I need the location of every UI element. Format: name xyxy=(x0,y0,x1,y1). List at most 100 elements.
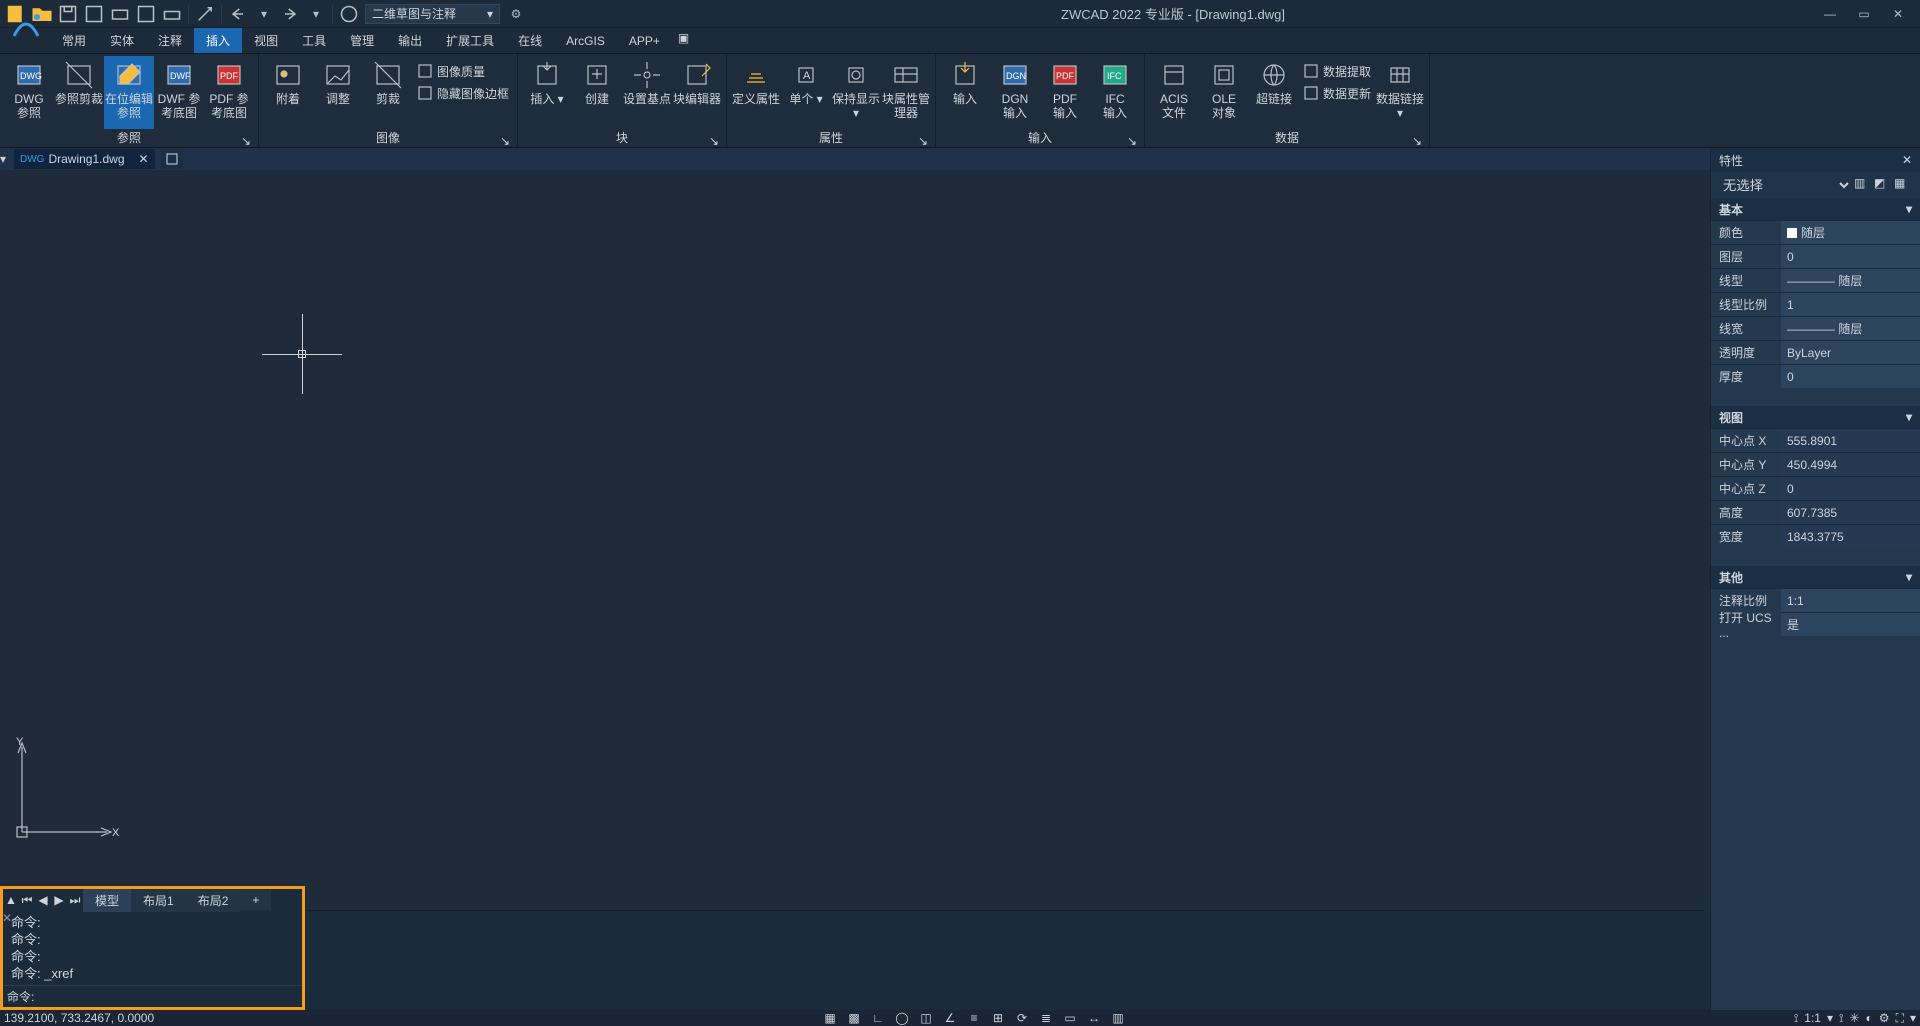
menu-插入[interactable]: 插入 xyxy=(194,28,242,53)
dialog-launcher-icon[interactable]: ↘ xyxy=(917,134,929,146)
tab-layout1[interactable]: 布局1 xyxy=(131,889,186,912)
menu-输出[interactable]: 输出 xyxy=(386,28,434,53)
image-quality-button[interactable]: 图像质量 xyxy=(413,60,513,82)
data-update-button[interactable]: 数据更新 xyxy=(1299,82,1375,104)
anno-auto-icon[interactable]: ✳ xyxy=(1849,1011,1859,1025)
selection-dropdown[interactable]: 无选择 xyxy=(1719,177,1852,194)
dwg-ref-button[interactable]: DWGDWG 参照 xyxy=(4,56,54,129)
redo-dd-icon[interactable]: ▾ xyxy=(306,4,326,24)
property-row[interactable]: 中心点 X555.8901 xyxy=(1711,428,1920,452)
ref-clip-button[interactable]: 参照剪裁 xyxy=(54,56,104,129)
dyn-toggle[interactable]: ⊞ xyxy=(989,1011,1007,1025)
layout-next-icon[interactable]: ▶ xyxy=(51,893,67,907)
model-toggle[interactable]: ≣ xyxy=(1037,1011,1055,1025)
dwf-underlay-button[interactable]: DWFDWF 参 考底图 xyxy=(154,56,204,129)
menu-在线[interactable]: 在线 xyxy=(506,28,554,53)
property-row[interactable]: 高度607.7385 xyxy=(1711,500,1920,524)
def-attr-button[interactable]: 定义属性 xyxy=(731,56,781,129)
tab-dropdown-icon[interactable]: ▾ xyxy=(0,152,12,166)
anno-vis-icon[interactable]: ⟟ xyxy=(1839,1011,1843,1026)
property-row[interactable]: 打开 UCS ...是 xyxy=(1711,612,1920,636)
undo-icon[interactable] xyxy=(228,4,248,24)
property-row[interactable]: 线宽———— 随层 xyxy=(1711,316,1920,340)
saveas-icon[interactable] xyxy=(84,4,104,24)
otrack-toggle[interactable]: ∠ xyxy=(941,1011,959,1025)
set-base-button[interactable]: 设置基点 xyxy=(622,56,672,129)
ifc-import-button[interactable]: IFCIFC 输入 xyxy=(1090,56,1140,129)
import-button[interactable]: 输入 xyxy=(940,56,990,129)
property-row[interactable]: 中心点 Z0 xyxy=(1711,476,1920,500)
coordinates[interactable]: 139.2100, 733.2467, 0.0000 xyxy=(4,1011,154,1025)
drawing-canvas[interactable]: — ❐ ✕ Y X xyxy=(0,170,1920,1010)
data-link-button[interactable]: 数据链接 ▾ xyxy=(1375,56,1425,129)
workspace-dropdown[interactable]: 二维草图与注释 ▾ xyxy=(365,4,500,24)
property-row[interactable]: 线型比例1 xyxy=(1711,292,1920,316)
tray-dd-icon[interactable]: ▾ xyxy=(1910,1011,1916,1025)
property-row[interactable]: 宽度1843.3775 xyxy=(1711,524,1920,548)
dgn-import-button[interactable]: DGNDGN 输入 xyxy=(990,56,1040,129)
property-row[interactable]: 颜色随层 xyxy=(1711,220,1920,244)
redo-icon[interactable] xyxy=(280,4,300,24)
ortho-toggle[interactable]: ∟ xyxy=(869,1011,887,1025)
cmd-close-icon[interactable]: ✕ xyxy=(2,911,16,925)
acis-file-button[interactable]: ACIS 文件 xyxy=(1149,56,1199,129)
close-button[interactable]: ✕ xyxy=(1888,4,1908,24)
block-attr-mgr-button[interactable]: 块属性管理器 xyxy=(881,56,931,129)
property-row[interactable]: 图层0 xyxy=(1711,244,1920,268)
menu-注释[interactable]: 注释 xyxy=(146,28,194,53)
grid-toggle[interactable]: ▦ xyxy=(821,1011,839,1025)
workspace-gear-icon[interactable]: ⚙ xyxy=(506,4,526,24)
pickadd-icon[interactable]: ▦ xyxy=(1894,176,1912,194)
app-logo[interactable] xyxy=(6,6,46,46)
pdf-underlay-button[interactable]: PDFPDF 参 考底图 xyxy=(204,56,254,129)
property-row[interactable]: 中心点 Y450.4994 xyxy=(1711,452,1920,476)
help-icon[interactable] xyxy=(339,4,359,24)
tab-model[interactable]: 模型 xyxy=(83,889,131,912)
minimize-button[interactable]: — xyxy=(1820,4,1840,24)
snap-toggle[interactable]: ▩ xyxy=(845,1011,863,1025)
quickselect-icon[interactable]: ▥ xyxy=(1854,176,1872,194)
dialog-launcher-icon[interactable]: ↘ xyxy=(240,134,252,146)
hide-image-border-button[interactable]: 隐藏图像边框 xyxy=(413,82,513,104)
tab-layout2[interactable]: 布局2 xyxy=(186,889,241,912)
keep-display-button[interactable]: 保持显示 ▾ xyxy=(831,56,881,129)
isolate-icon[interactable]: ◐ xyxy=(1866,1011,1873,1025)
tab-add[interactable]: + xyxy=(240,890,271,910)
lwt-toggle[interactable]: ≡ xyxy=(965,1011,983,1025)
single-button[interactable]: A单个 ▾ xyxy=(781,56,831,129)
props-section[interactable]: 视图▾ xyxy=(1711,406,1920,428)
loft-toggle[interactable]: ▭ xyxy=(1061,1011,1079,1025)
menu-管理[interactable]: 管理 xyxy=(338,28,386,53)
property-row[interactable]: 透明度ByLayer xyxy=(1711,340,1920,364)
menu-ArcGIS[interactable]: ArcGIS xyxy=(554,30,617,52)
attach-button[interactable]: 附着 xyxy=(263,56,313,129)
anno-scale[interactable]: 1:1 xyxy=(1804,1011,1821,1025)
menu-工具[interactable]: 工具 xyxy=(290,28,338,53)
create-button[interactable]: 创建 xyxy=(572,56,622,129)
props-section[interactable]: 基本▾ xyxy=(1711,198,1920,220)
dialog-launcher-icon[interactable]: ↘ xyxy=(1411,134,1423,146)
cycle-toggle[interactable]: ⟳ xyxy=(1013,1011,1031,1025)
menu-常用[interactable]: 常用 xyxy=(50,28,98,53)
dialog-launcher-icon[interactable]: ↘ xyxy=(499,134,511,146)
anno-dd-icon[interactable]: ▾ xyxy=(1827,1011,1833,1025)
properties-close-icon[interactable]: ✕ xyxy=(1902,153,1912,167)
match-icon[interactable] xyxy=(195,4,215,24)
clip-button[interactable]: 剪裁 xyxy=(363,56,413,129)
osnap-toggle[interactable]: ◫ xyxy=(917,1011,935,1025)
command-window-extension[interactable] xyxy=(308,910,1705,1010)
layout-up-icon[interactable]: ▲ xyxy=(3,893,19,907)
undo-dd-icon[interactable]: ▾ xyxy=(254,4,274,24)
polar-toggle[interactable]: ◯ xyxy=(893,1011,911,1025)
menu-APP+[interactable]: APP+ xyxy=(617,30,672,52)
command-input[interactable] xyxy=(38,986,302,1007)
fullscreen-icon[interactable]: ⛶ xyxy=(1896,1011,1904,1026)
property-row[interactable]: 线型———— 随层 xyxy=(1711,268,1920,292)
insert-button[interactable]: 插入 ▾ xyxy=(522,56,572,129)
block-editor-button[interactable]: 块编辑器 xyxy=(672,56,722,129)
qp-toggle[interactable]: ▥ xyxy=(1109,1011,1127,1025)
layout-prev-icon[interactable]: ◀ xyxy=(35,893,51,907)
dialog-launcher-icon[interactable]: ↘ xyxy=(708,134,720,146)
preview-icon[interactable] xyxy=(136,4,156,24)
edit-ref-inplace-button[interactable]: 在位编辑参照 xyxy=(104,56,154,129)
